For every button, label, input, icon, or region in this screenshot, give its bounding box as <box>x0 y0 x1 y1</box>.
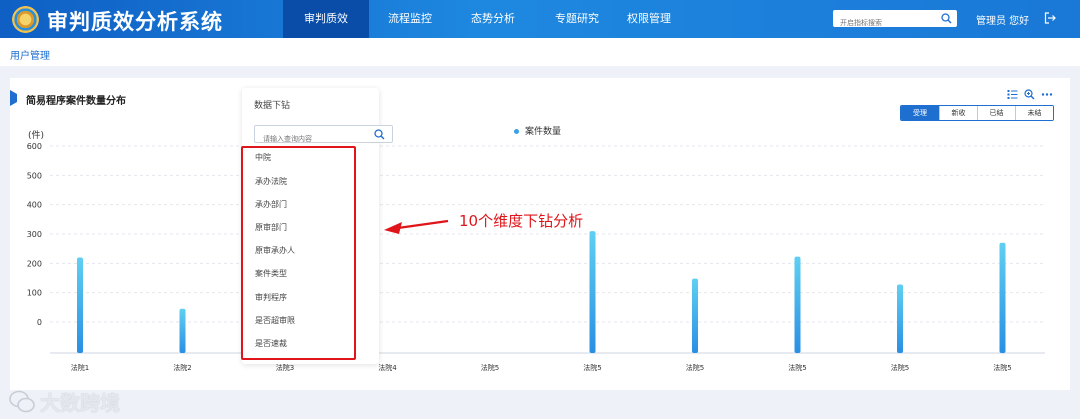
bar-10[interactable] <box>999 242 1006 353</box>
drilldown-item-anjian-leixing[interactable]: 案件类型 <box>255 268 287 279</box>
x-tick-label: 法院1 <box>71 363 89 372</box>
red-arrow-icon <box>384 219 449 234</box>
y-tick-label: 200 <box>27 259 42 268</box>
drilldown-item-sucai[interactable]: 是否速裁 <box>255 338 287 349</box>
drilldown-panel: 数据下钻 中院 承办法院 承办部门 原审部门 原审承办人 案件类型 审判程序 是… <box>241 88 393 364</box>
drilldown-search-input[interactable] <box>255 131 370 147</box>
x-tick-label: 法院5 <box>481 363 499 372</box>
bar-7[interactable] <box>692 278 698 353</box>
x-tick-label: 法院5 <box>788 363 806 372</box>
drilldown-item-chao-shenxian[interactable]: 是否超审限 <box>255 315 295 326</box>
bar-8[interactable] <box>794 256 801 353</box>
y-tick-label: 0 <box>37 318 42 327</box>
drilldown-item-chengban-fayuan[interactable]: 承办法院 <box>255 176 287 187</box>
x-tick-label: 法院2 <box>173 363 191 372</box>
bar-2[interactable] <box>179 308 186 353</box>
y-tick-label: 400 <box>27 201 42 210</box>
drilldown-dimension-list: 中院 承办法院 承办部门 原审部门 原审承办人 案件类型 审判程序 是否超审限 … <box>241 146 356 360</box>
drilldown-title: 数据下钻 <box>254 101 291 111</box>
bar-9[interactable] <box>897 284 903 353</box>
drilldown-item-zhongyuan[interactable]: 中院 <box>255 152 271 163</box>
y-tick-label: 600 <box>27 142 42 151</box>
x-tick-label: 法院4 <box>378 363 397 372</box>
drilldown-search[interactable] <box>254 125 393 147</box>
x-tick-label: 法院5 <box>891 363 909 372</box>
annotation-text: 10个维度下钻分析 <box>459 212 584 230</box>
bar-1[interactable] <box>77 257 83 353</box>
y-tick-label: 500 <box>27 171 42 180</box>
y-tick-label: 100 <box>27 289 42 298</box>
x-tick-label: 法院5 <box>686 363 704 372</box>
drilldown-item-chengban-bumen[interactable]: 承办部门 <box>255 199 287 210</box>
drilldown-item-yuanshen-bumen[interactable]: 原审部门 <box>255 222 287 233</box>
bar-6[interactable] <box>589 231 596 353</box>
x-tick-label: 法院5 <box>583 363 601 372</box>
x-tick-label: 法院3 <box>276 363 294 372</box>
x-tick-label: 法院5 <box>993 363 1011 372</box>
wechat-logo-icon <box>9 390 35 413</box>
drilldown-item-shenpan-chengxu[interactable]: 审判程序 <box>255 292 287 303</box>
search-icon[interactable] <box>374 129 385 140</box>
y-tick-label: 300 <box>27 230 42 239</box>
watermark-text: 大数跨境 <box>40 391 120 415</box>
drilldown-item-yuanshen-chengbanren[interactable]: 原审承办人 <box>255 245 295 256</box>
